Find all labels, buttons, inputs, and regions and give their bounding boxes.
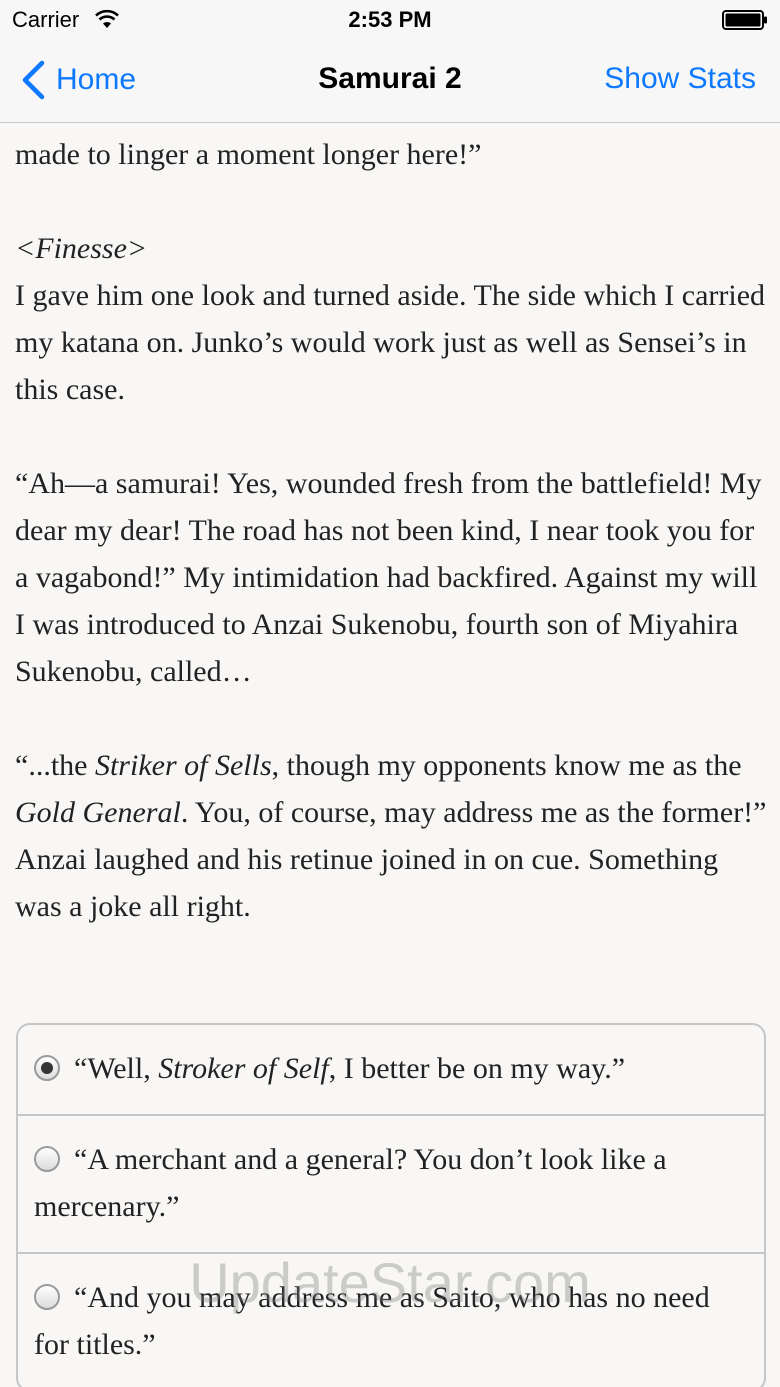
- back-button[interactable]: Home: [20, 58, 136, 102]
- radio-selected-icon[interactable]: [34, 1055, 60, 1081]
- story-text: made to linger a moment longer here!” <F…: [15, 131, 770, 930]
- story-paragraph: “Ah—a samurai! Yes, wounded fresh from t…: [15, 467, 762, 688]
- story-paragraph: made to linger a moment longer here!”: [15, 138, 482, 171]
- show-stats-button[interactable]: Show Stats: [604, 62, 756, 96]
- chevron-left-icon: [22, 60, 45, 100]
- battery-icon: [722, 10, 767, 30]
- back-button-label: Home: [56, 63, 137, 96]
- stat-check-tag: <Finesse>: [15, 232, 148, 265]
- choice-option-3[interactable]: “And you may address me as Saito, who ha…: [18, 1254, 764, 1387]
- choice-option-2[interactable]: “A merchant and a general? You don’t loo…: [18, 1116, 764, 1254]
- navigation-bar: Home Samurai 2 Show Stats: [0, 40, 780, 123]
- clock: 2:53 PM: [348, 7, 432, 32]
- choice-option-1[interactable]: “Well, Stroker of Self, I better be on m…: [18, 1025, 764, 1116]
- status-bar: Carrier 2:53 PM: [0, 0, 780, 40]
- choice-list: “Well, Stroker of Self, I better be on m…: [16, 1023, 766, 1387]
- radio-unselected-icon[interactable]: [34, 1284, 60, 1310]
- story-content: made to linger a moment longer here!” <F…: [0, 123, 780, 1387]
- story-paragraph: “...the Striker of Sells, though my oppo…: [15, 749, 767, 923]
- story-paragraph: I gave him one look and turned aside. Th…: [15, 279, 766, 406]
- radio-unselected-icon[interactable]: [34, 1146, 60, 1172]
